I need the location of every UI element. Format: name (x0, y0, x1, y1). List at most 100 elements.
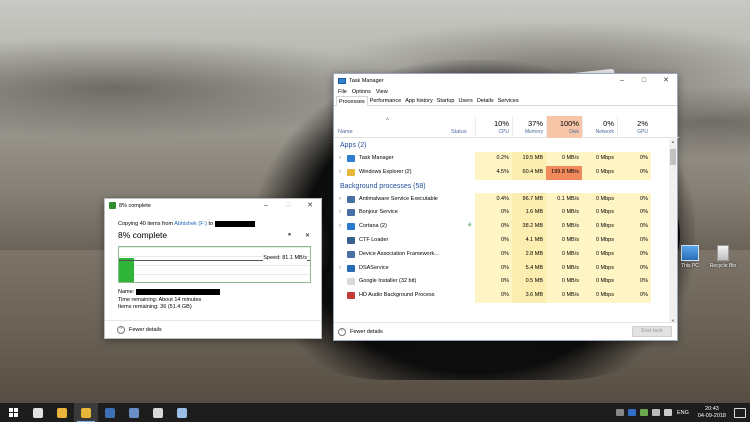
disk-value: 0 MB/s (546, 152, 582, 166)
disk-value: 0 MB/s (546, 247, 582, 262)
scroll-thumb[interactable] (670, 149, 676, 165)
taskbar-app-file-explorer[interactable] (74, 403, 98, 422)
minimize-button[interactable]: – (255, 199, 277, 212)
process-row[interactable]: › DSAService 0% 5.4 MB 0 MB/s 0 Mbps 0% (334, 261, 670, 276)
column-network[interactable]: 0% Network (582, 116, 617, 138)
chevron-up-icon[interactable]: ⌃ (117, 325, 125, 334)
taskbar-app-chrome[interactable] (50, 403, 74, 422)
memory-value: 1.6 MB (512, 206, 546, 221)
tab-processes[interactable]: Processes (336, 96, 368, 106)
network-value: 0 Mbps (582, 220, 617, 234)
ctf-loader-icon (347, 236, 355, 244)
clock-date: 04-09-2018 (697, 412, 726, 419)
expand-chevron-icon[interactable]: › (339, 166, 341, 180)
progress-fill (119, 258, 134, 282)
tray-nvidia-icon[interactable] (639, 409, 648, 416)
disk-value: 0 MB/s (546, 289, 582, 303)
memory-value: 3.6 MB (512, 289, 546, 303)
menu-file[interactable]: File (338, 89, 347, 95)
start-button[interactable] (0, 403, 26, 422)
tab-app-history[interactable]: App history (403, 96, 435, 105)
expand-chevron-icon[interactable]: › (339, 193, 341, 207)
group-header-background[interactable]: Background processes (58) (334, 180, 670, 193)
tab-details[interactable]: Details (475, 96, 496, 105)
close-window-button[interactable]: ✕ (655, 74, 677, 87)
disk-value: 0.1 MB/s (546, 192, 582, 207)
maximize-button[interactable]: □ (277, 199, 299, 212)
expand-chevron-icon[interactable]: › (339, 220, 341, 234)
copy-icon (109, 202, 116, 209)
gpu-value: 0% (617, 233, 651, 248)
scroll-up-icon[interactable]: ▲ (669, 139, 677, 144)
recycle-bin-icon (717, 245, 729, 261)
items-remaining: Items remaining: 36 (51.4 GB) (118, 304, 192, 311)
source-link[interactable]: Abhishek (F:) (174, 221, 207, 227)
task-manager-window: Task Manager – □ ✕ File Options View Pro… (333, 73, 679, 341)
expand-chevron-icon[interactable]: › (339, 206, 341, 220)
taskbar-app-network[interactable] (122, 403, 146, 422)
taskbar-app-itunes[interactable] (26, 403, 50, 422)
vertical-scrollbar[interactable]: ▲ ▼ (669, 139, 677, 323)
tab-services[interactable]: Services (496, 96, 521, 105)
tray-network-icon[interactable] (651, 409, 660, 416)
desktop-icon-this-pc[interactable]: This PC (673, 245, 707, 269)
column-cpu[interactable]: 10% CPU (475, 116, 512, 138)
gpu-value: 0% (617, 247, 651, 262)
expand-chevron-icon[interactable]: › (339, 262, 341, 276)
process-row[interactable]: Google Installer (32 bit) 0% 0.5 MB 0 MB/s 0… (334, 275, 670, 290)
column-gpu[interactable]: 2% GPU (617, 116, 651, 138)
expand-chevron-icon[interactable]: › (339, 152, 341, 166)
process-row[interactable]: HD Audio Background Process 0% 3.6 MB 0 MB/… (334, 289, 670, 303)
pause-button[interactable]: ⏸ (288, 232, 291, 239)
process-row[interactable]: › Cortana (2) ⚘ 0% 38.2 MB 0 MB/s 0 Mbps 0% (334, 220, 670, 234)
tray-volume-icon[interactable] (663, 409, 672, 416)
process-list: Apps (2) › Task Manager 0.2% 19.5 MB 0 MB/s 0… (334, 139, 670, 323)
process-row[interactable]: Device Association Framework... 0% 2.8 MB 0… (334, 247, 670, 262)
network-value: 0 Mbps (582, 289, 617, 303)
column-disk[interactable]: 100% Disk (546, 116, 582, 138)
menu-view[interactable]: View (376, 89, 388, 95)
desktop-icon-recycle-bin[interactable]: Recycle Bin (706, 245, 740, 269)
memory-value: 38.2 MB (512, 220, 546, 234)
process-row[interactable]: › Bonjour Service 0% 1.6 MB 0 MB/s 0 Mbps 0% (334, 206, 670, 221)
menu-options[interactable]: Options (352, 89, 371, 95)
process-row[interactable]: › Antimalware Service Executable 0.4% 96.7 … (334, 192, 670, 207)
taskbar: ENG 20:43 04-09-2018 (0, 403, 750, 422)
tray-arrow-icon[interactable] (615, 409, 624, 416)
close-window-button[interactable]: ✕ (299, 199, 321, 212)
folder-icon (153, 407, 163, 418)
taskbar-app-folder[interactable] (146, 403, 170, 422)
memory-value: 4.1 MB (512, 233, 546, 248)
group-header-apps[interactable]: Apps (2) (334, 139, 670, 152)
percent-complete-label: 8% complete (118, 230, 168, 241)
fewer-details-link[interactable]: Fewer details (129, 327, 162, 333)
process-row[interactable]: CTF Loader 0% 4.1 MB 0 MB/s 0 Mbps 0% (334, 233, 670, 248)
copy-details: Name: Time remaining: About 14 minutes I… (118, 289, 220, 312)
process-name: Task Manager (359, 155, 394, 161)
tab-users[interactable]: Users (456, 96, 474, 105)
cpu-value: 0% (475, 261, 512, 276)
column-status[interactable]: Status (451, 129, 467, 135)
taskbar-app-photos[interactable] (98, 403, 122, 422)
chevron-up-icon[interactable]: ⌃ (338, 327, 346, 336)
tray-word-icon[interactable] (627, 409, 636, 416)
minimize-button[interactable]: – (611, 74, 633, 87)
taskbar-app-task-manager[interactable] (170, 403, 194, 422)
cpu-value: 0% (475, 289, 512, 303)
clock[interactable]: 20:43 04-09-2018 (698, 406, 726, 420)
copy-dialog-titlebar[interactable]: 8% complete – □ ✕ (105, 199, 321, 212)
process-row[interactable]: › Windows Explorer (2) 4.5% 60.4 MB 199.8 MB… (334, 165, 670, 180)
maximize-button[interactable]: □ (633, 74, 655, 87)
cpu-value: 0.2% (475, 152, 512, 166)
tab-startup[interactable]: Startup (435, 96, 457, 105)
process-row[interactable]: › Task Manager 0.2% 19.5 MB 0 MB/s 0 Mbps 0% (334, 152, 670, 166)
notification-center-icon[interactable] (734, 407, 746, 418)
column-memory[interactable]: 37% Memory (512, 116, 546, 138)
language-indicator[interactable]: ENG (677, 410, 689, 416)
end-task-button[interactable]: End task (632, 326, 672, 337)
task-manager-titlebar[interactable]: Task Manager – □ ✕ (334, 74, 677, 87)
column-name[interactable]: Name (338, 129, 353, 135)
cancel-copy-button[interactable]: ✕ (305, 232, 310, 239)
fewer-details-link[interactable]: Fewer details (350, 329, 383, 335)
tab-performance[interactable]: Performance (368, 96, 404, 105)
